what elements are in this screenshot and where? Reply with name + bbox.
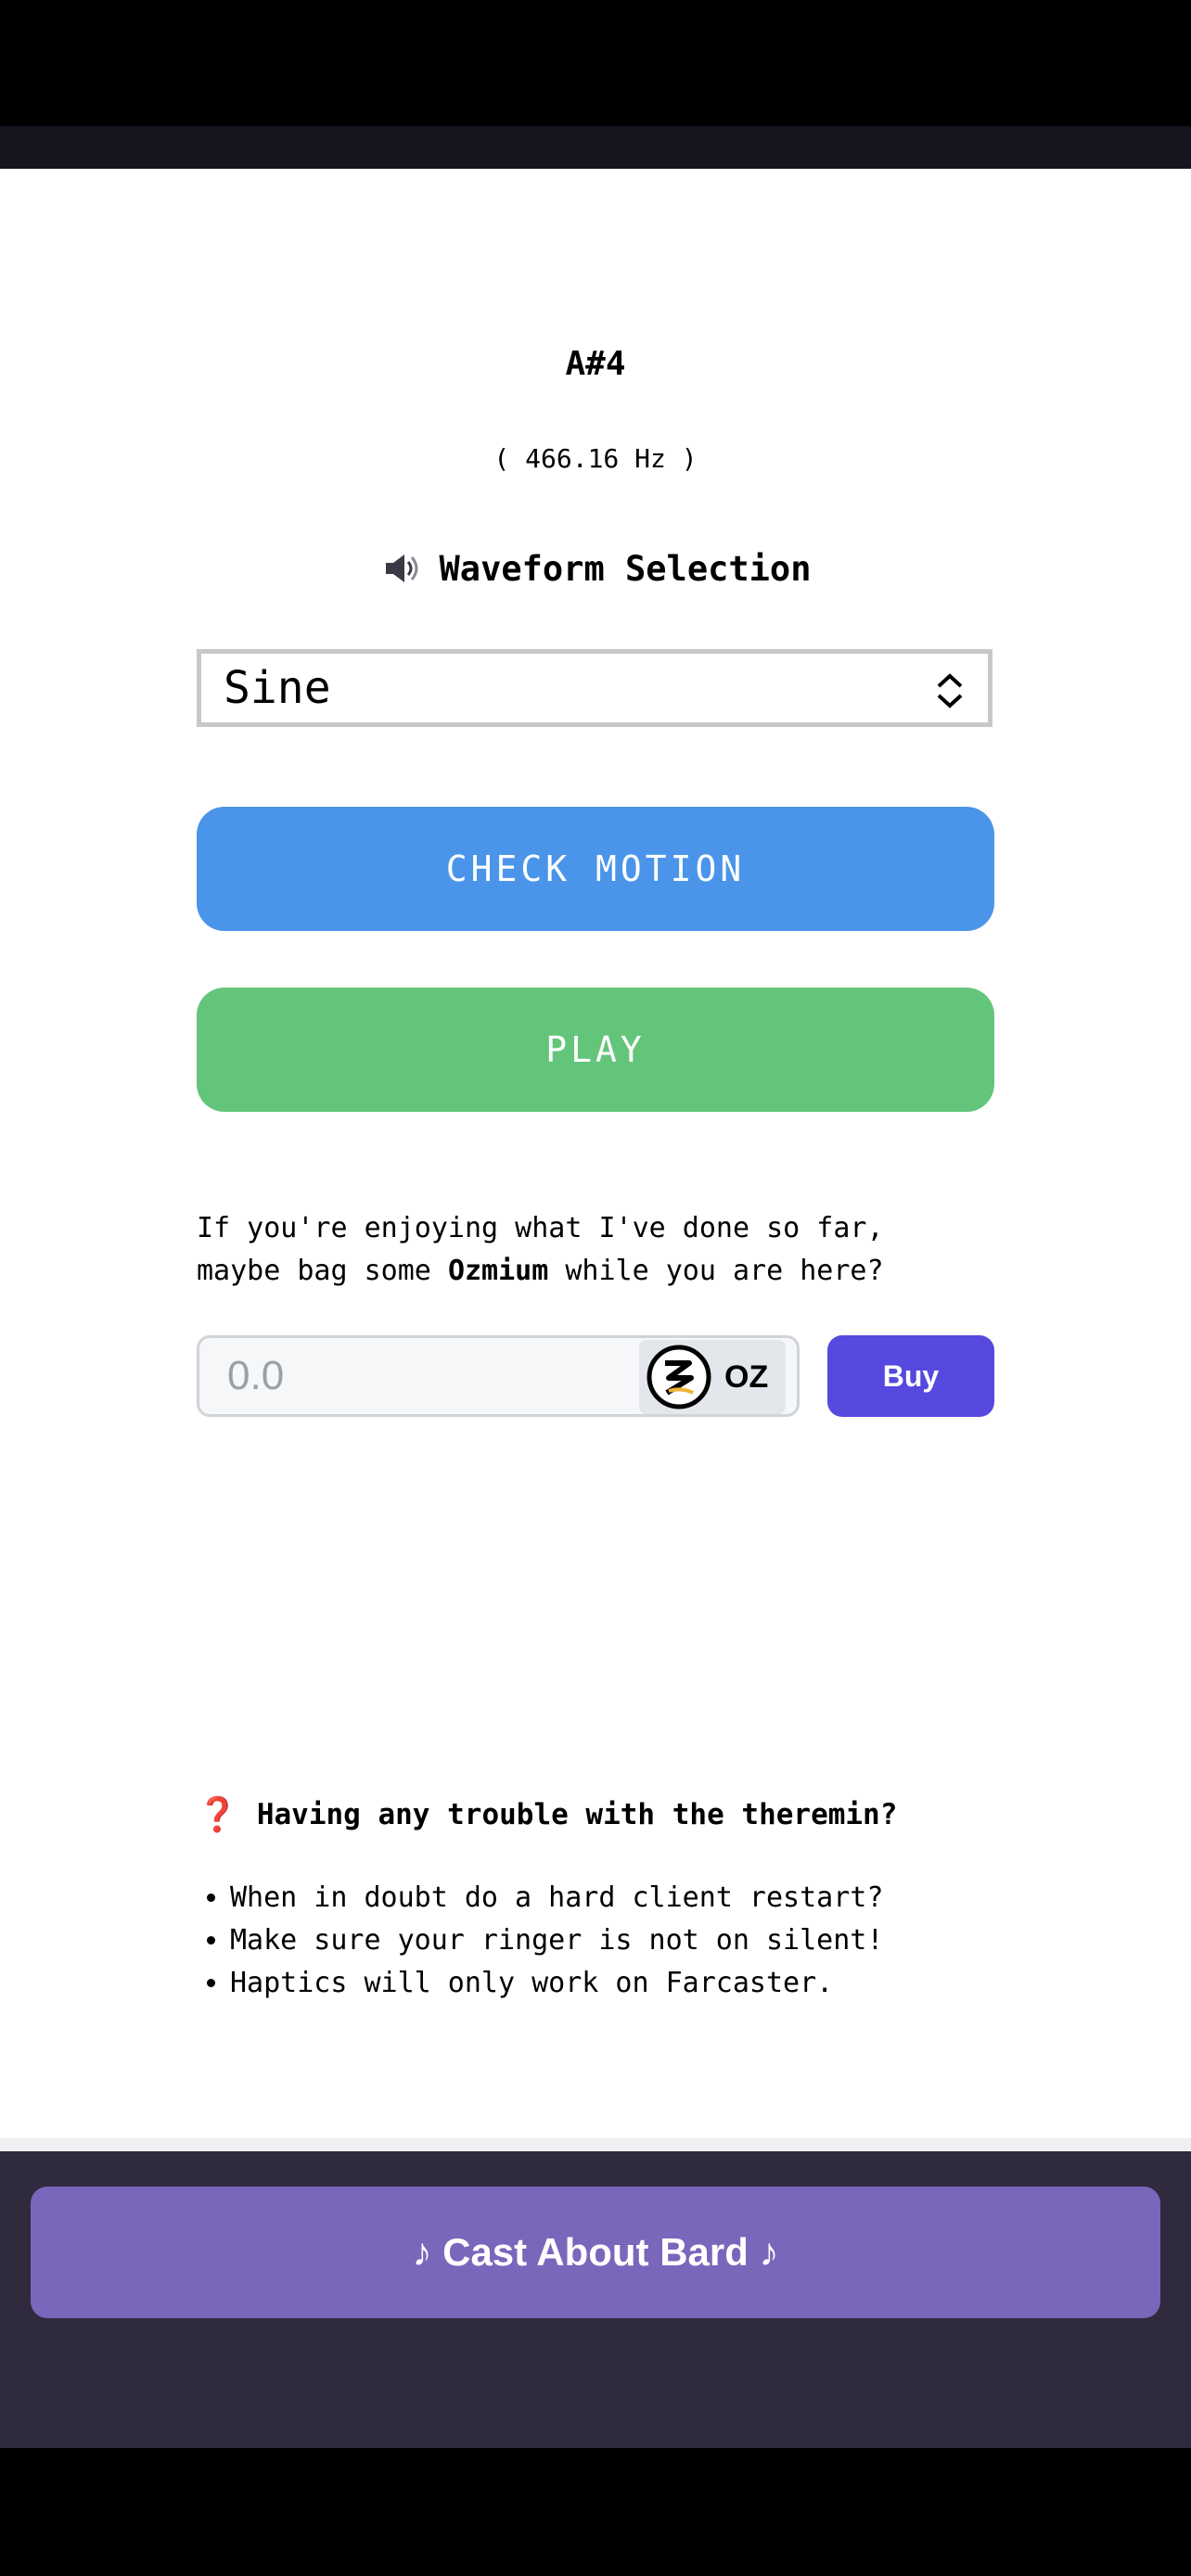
speaker-icon [385,555,418,582]
waveform-select[interactable]: Sine [197,649,992,727]
help-heading-text: Having any trouble with the theremin? [256,1798,898,1831]
token-selector: OZ [639,1340,786,1414]
promo-prefix: maybe bag some [197,1255,448,1287]
list-item: Haptics will only work on Farcaster. [230,1962,883,2005]
waveform-heading: Waveform Selection [0,547,1191,590]
play-button[interactable]: PLAY [197,988,994,1112]
check-motion-button[interactable]: CHECK MOTION [197,807,994,931]
help-tips-list: When in doubt do a hard client restart? … [197,1877,883,2005]
note-name: A#4 [565,345,626,383]
promo-line-2: maybe bag some Ozmium while you are here… [197,1250,1031,1293]
cast-about-bard-button[interactable]: ♪ Cast About Bard ♪ [31,2187,1160,2318]
note-frequency: ( 466.16 Hz ) [493,443,698,474]
chevron-up-down-icon [937,673,963,708]
buy-button[interactable]: Buy [827,1335,994,1417]
status-bar-area [0,0,1191,126]
promo-token-name: Ozmium [447,1255,549,1287]
ozmium-logo-icon [647,1345,711,1409]
top-frame-strip [0,126,1191,169]
list-item: When in doubt do a hard client restart? [230,1877,883,1919]
token-symbol: OZ [724,1358,769,1395]
promo-suffix: while you are here? [548,1255,884,1287]
promo-line-1: If you're enjoying what I've done so far… [197,1212,884,1244]
oz-amount-input[interactable]: 0.0 [227,1353,284,1399]
home-indicator-area [0,2448,1191,2576]
list-item: Make sure your ringer is not on silent! [230,1919,883,1962]
promo-text: If you're enjoying what I've done so far… [197,1207,1031,1293]
help-heading: ❓ Having any trouble with the theremin? [197,1795,897,1834]
waveform-selected-value: Sine [224,662,331,714]
waveform-heading-text: Waveform Selection [439,548,812,589]
content-divider [0,2138,1191,2151]
oz-amount-field[interactable]: 0.0 OZ [197,1335,800,1417]
question-icon: ❓ [197,1796,238,1834]
